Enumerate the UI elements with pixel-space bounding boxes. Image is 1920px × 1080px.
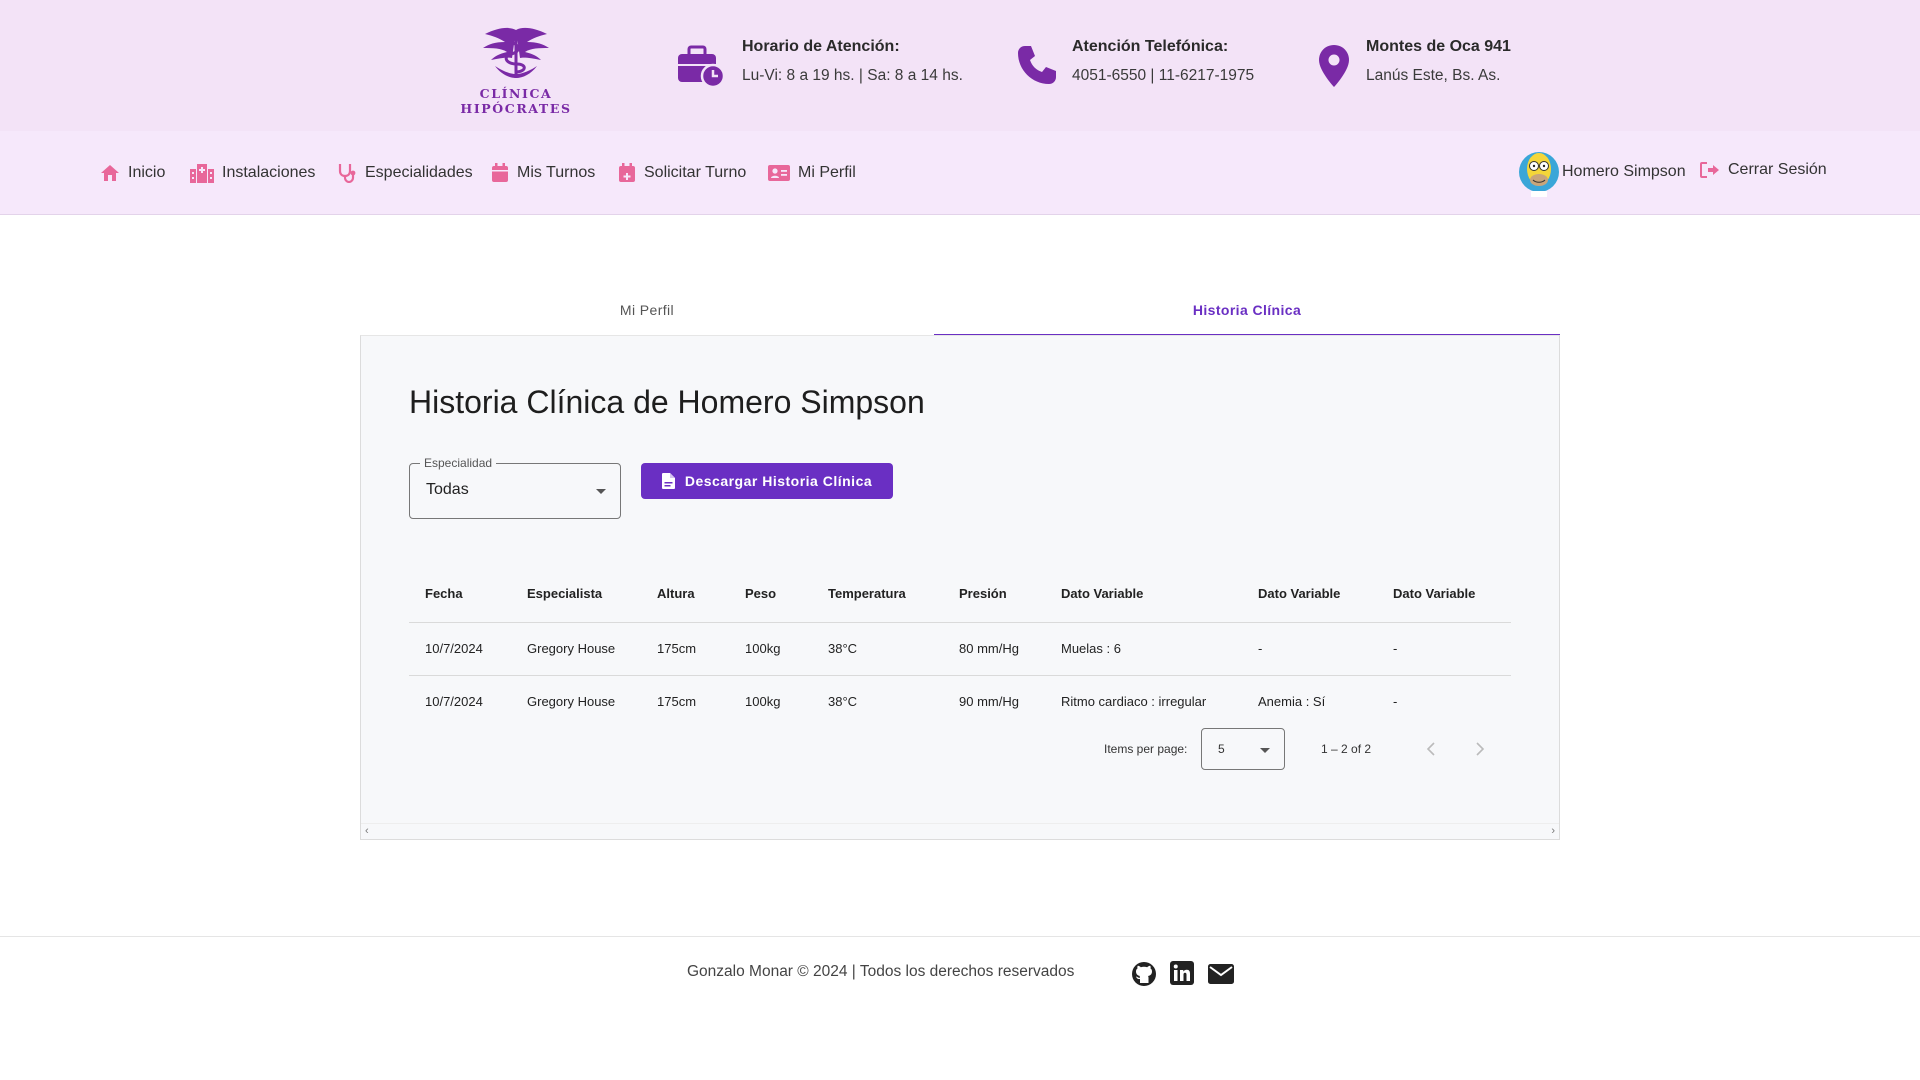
table-cell: 175cm bbox=[657, 694, 697, 710]
download-button-label: Descargar Historia Clínica bbox=[684, 473, 873, 489]
tab-historia-clinica[interactable]: Historia Clínica bbox=[934, 288, 1560, 336]
linkedin-icon[interactable] bbox=[1170, 961, 1194, 985]
phone-icon bbox=[1018, 46, 1056, 84]
hospital-icon bbox=[190, 164, 214, 183]
main-navbar: Inicio Instalaciones Especialidades Mis … bbox=[0, 131, 1920, 215]
schedule-title: Horario de Atención: bbox=[742, 38, 900, 55]
nav-label: Instalaciones bbox=[222, 164, 316, 181]
items-per-page-select[interactable]: 5 bbox=[1201, 728, 1285, 770]
nav-item-solicitar-turno[interactable]: Solicitar Turno bbox=[618, 161, 746, 185]
column-header[interactable]: Temperatura bbox=[812, 566, 943, 623]
table-cell: 90 mm/Hg bbox=[959, 694, 1019, 710]
address-value: Lanús Este, Bs. As. bbox=[1366, 67, 1501, 84]
table-paginator: Items per page: 5 1 – 2 of 2 bbox=[361, 728, 1561, 772]
horizontal-scrollbar[interactable]: ‹ › bbox=[361, 823, 1559, 839]
logout-label: Cerrar Sesión bbox=[1728, 161, 1827, 178]
table-cell: 80 mm/Hg bbox=[943, 622, 1045, 676]
top-header: CLÍNICA HIPÓCRATES Horario de Atención: … bbox=[0, 0, 1920, 131]
table-cell: Anemia : Sí bbox=[1258, 694, 1326, 710]
page-footer: Gonzalo Monar © 2024 | Todos los derecho… bbox=[0, 936, 1920, 1080]
table-row[interactable]: 10/7/2024 Gregory House 175cm 100kg 38°C… bbox=[409, 622, 1511, 676]
table-cell: Muelas : 6 bbox=[1045, 622, 1242, 676]
next-page-button[interactable] bbox=[1465, 734, 1495, 764]
avatar[interactable] bbox=[1518, 147, 1560, 197]
profile-tabs: Mi Perfil Historia Clínica bbox=[360, 288, 1560, 336]
table-cell: 100kg bbox=[745, 694, 781, 710]
schedule-value: Lu-Vi: 8 a 19 hs. | Sa: 8 a 14 hs. bbox=[742, 67, 963, 84]
items-per-page-label: Items per page: bbox=[1104, 742, 1188, 756]
nav-item-instalaciones[interactable]: Instalaciones bbox=[190, 161, 315, 185]
column-header[interactable]: Especialista bbox=[511, 566, 641, 623]
column-header[interactable]: Presión bbox=[943, 566, 1045, 623]
column-header[interactable]: Dato Variable bbox=[1045, 566, 1242, 623]
map-pin-icon bbox=[1319, 45, 1349, 87]
nav-label: Solicitar Turno bbox=[644, 164, 747, 181]
column-header[interactable]: Altura bbox=[641, 566, 729, 623]
medical-history-card: Historia Clínica de Homero Simpson Espec… bbox=[360, 335, 1560, 840]
column-header[interactable]: Dato Variable bbox=[1377, 566, 1511, 623]
specialty-select[interactable]: Especialidad Todas bbox=[409, 456, 621, 519]
copyright-text: Gonzalo Monar © 2024 | Todos los derecho… bbox=[687, 963, 1075, 980]
scroll-right-icon[interactable]: › bbox=[1551, 825, 1555, 837]
table-cell: 38°C bbox=[812, 622, 943, 676]
table-cell: 10/7/2024 bbox=[409, 622, 511, 676]
specialty-select-label: Especialidad bbox=[420, 456, 497, 470]
nav-label: Especialidades bbox=[365, 164, 473, 181]
stethoscope-icon bbox=[338, 164, 356, 183]
chevron-left-icon bbox=[1426, 742, 1435, 756]
medical-history-table: Fecha Especialista Altura Peso Temperatu… bbox=[409, 566, 1511, 728]
dropdown-arrow-icon bbox=[1260, 748, 1270, 753]
column-header[interactable]: Dato Variable bbox=[1242, 566, 1377, 623]
page-size-value: 5 bbox=[1218, 742, 1225, 756]
clinic-logo[interactable]: CLÍNICA HIPÓCRATES bbox=[426, 26, 606, 116]
phone-title: Atención Telefónica: bbox=[1072, 38, 1229, 55]
home-icon bbox=[101, 165, 119, 181]
chevron-right-icon bbox=[1476, 742, 1485, 756]
download-history-button[interactable]: Descargar Historia Clínica bbox=[641, 463, 893, 499]
tab-mi-perfil[interactable]: Mi Perfil bbox=[360, 288, 934, 336]
table-cell: - bbox=[1242, 622, 1377, 676]
table-cell: Ritmo cardiaco : irregular bbox=[1061, 694, 1207, 710]
page-title: Historia Clínica de Homero Simpson bbox=[409, 384, 925, 420]
envelope-icon[interactable] bbox=[1208, 964, 1234, 984]
table-cell: Gregory House bbox=[511, 622, 641, 676]
briefcase-clock-icon bbox=[678, 45, 726, 88]
table-cell: - bbox=[1377, 622, 1511, 676]
page-range: 1 – 2 of 2 bbox=[1321, 742, 1372, 756]
table-cell: 38°C bbox=[828, 694, 858, 710]
id-card-icon bbox=[768, 165, 790, 181]
sign-out-icon bbox=[1700, 162, 1719, 178]
nav-label: Mis Turnos bbox=[517, 164, 596, 181]
table-row[interactable]: 10/7/2024 Gregory House 175cm 100kg 38°C… bbox=[409, 675, 1511, 728]
table-cell: Gregory House bbox=[527, 694, 616, 710]
nav-label: Inicio bbox=[128, 164, 166, 181]
nav-item-especialidades[interactable]: Especialidades bbox=[337, 161, 473, 185]
nav-item-mis-turnos[interactable]: Mis Turnos bbox=[491, 161, 595, 185]
nav-item-mi-perfil[interactable]: Mi Perfil bbox=[768, 161, 856, 185]
nav-label: Mi Perfil bbox=[798, 164, 856, 181]
table-cell: - bbox=[1393, 694, 1398, 710]
table-cell: 100kg bbox=[729, 622, 812, 676]
address-title: Montes de Oca 941 bbox=[1366, 38, 1511, 55]
file-pdf-icon bbox=[661, 473, 675, 489]
nav-item-inicio[interactable]: Inicio bbox=[100, 161, 165, 185]
table-header-row: Fecha Especialista Altura Peso Temperatu… bbox=[409, 566, 1511, 623]
github-icon[interactable] bbox=[1131, 961, 1157, 987]
caduceus-logo-icon bbox=[483, 27, 549, 78]
previous-page-button[interactable] bbox=[1416, 734, 1446, 764]
brand-name: CLÍNICA HIPÓCRATES bbox=[460, 86, 572, 116]
column-header[interactable]: Fecha bbox=[409, 566, 511, 623]
table-cell: 10/7/2024 bbox=[425, 694, 483, 710]
dropdown-arrow-icon bbox=[596, 489, 606, 494]
user-name[interactable]: Homero Simpson bbox=[1562, 163, 1686, 181]
calendar-icon bbox=[492, 163, 508, 182]
scroll-left-icon[interactable]: ‹ bbox=[365, 825, 369, 837]
calendar-plus-icon bbox=[619, 163, 635, 182]
table-cell: 175cm bbox=[641, 622, 729, 676]
phone-value: 4051-6550 | 11-6217-1975 bbox=[1072, 67, 1255, 84]
specialty-select-value: Todas bbox=[426, 481, 469, 498]
logout-button[interactable]: Cerrar Sesión bbox=[1700, 161, 1827, 179]
column-header[interactable]: Peso bbox=[729, 566, 812, 623]
